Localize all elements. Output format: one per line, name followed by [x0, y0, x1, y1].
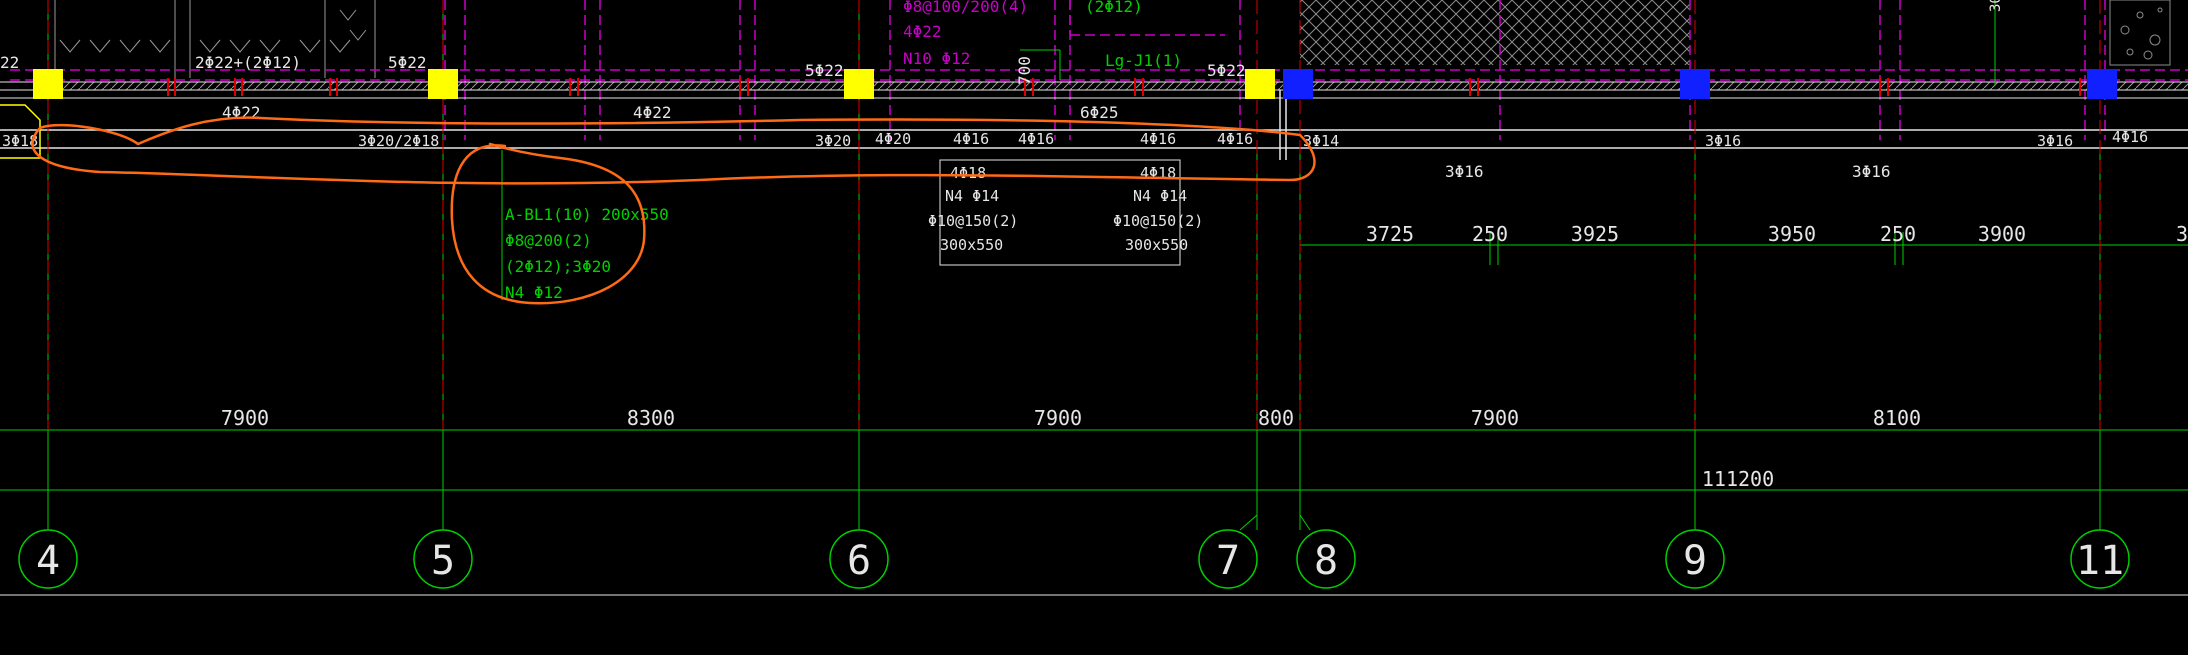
- rebar-label: 4Φ16: [1140, 130, 1176, 148]
- grid-bubble-labels: 4 5 6 7 8 9 11: [36, 538, 2124, 584]
- callout-line: (2Φ12);3Φ20: [505, 257, 611, 276]
- dim-span: 8300: [627, 406, 675, 430]
- hatched-zone: [1300, 0, 1690, 65]
- column-yellow[interactable]: [844, 69, 874, 99]
- dim-sub: 250: [1472, 222, 1508, 246]
- grid-label: 6: [847, 538, 871, 584]
- dim-span: 800: [1258, 406, 1294, 430]
- grid-label: 9: [1683, 538, 1707, 584]
- rebar-label: 5Φ22: [1207, 61, 1246, 80]
- green-note: Lg-J1(1): [1105, 51, 1182, 70]
- dim-sub: 250: [1880, 222, 1916, 246]
- column-blue[interactable]: [2087, 69, 2117, 99]
- rebar-label: 2Φ22+(2Φ12): [195, 53, 301, 72]
- cad-drawing-canvas[interactable]: 4 5 6 7 8 9 11 7900 8300 7900 800 7900 8…: [0, 0, 2188, 655]
- callout-line: Φ8@200(2): [505, 231, 592, 250]
- beam-box-line: 4Φ18: [950, 164, 986, 182]
- rebar-label: 3Φ16: [2037, 132, 2073, 150]
- lower-rebar-labels: 3Φ16 3Φ16: [1445, 162, 1891, 181]
- grid-label: 7: [1216, 538, 1240, 584]
- beam-box-line: Φ10@150(2): [928, 212, 1018, 230]
- beam-box-line: 300x550: [940, 236, 1003, 254]
- grid-label: 5: [431, 538, 455, 584]
- rebar-label: 4Φ22: [633, 103, 672, 122]
- dim-span: 8100: [1873, 406, 1921, 430]
- dim-sub: 3: [2176, 222, 2188, 246]
- grid-bubbles[interactable]: [18, 529, 2130, 589]
- grid-label: 8: [1314, 538, 1338, 584]
- dim-span: 7900: [1471, 406, 1519, 430]
- gravel-zone: [2109, 0, 2171, 66]
- markup-ellipse-beam[interactable]: [31, 116, 1316, 185]
- rebar-label: 5Φ22: [388, 53, 427, 72]
- rebar-label: 4Φ16: [1217, 130, 1253, 148]
- magenta-note: N10 Φ12: [903, 49, 970, 68]
- rebar-label: 4Φ16: [953, 130, 989, 148]
- beam-hatch-strip: [40, 82, 2188, 90]
- main-beam[interactable]: [0, 90, 2188, 160]
- rebar-label: 6Φ25: [1080, 103, 1119, 122]
- magenta-note: (2Φ12): [1085, 0, 1143, 16]
- rebar-label: 22: [0, 53, 19, 72]
- magenta-note: Φ8@100/200(4): [903, 0, 1028, 16]
- dim-sub: 3900: [1978, 222, 2026, 246]
- rebar-label: 4Φ16: [1018, 130, 1054, 148]
- dim-sub: 3925: [1571, 222, 1619, 246]
- beam-box-line: N4 Φ14: [1133, 187, 1187, 205]
- rebar-label: 3Φ20/2Φ18: [358, 132, 439, 150]
- beam-bottom-rebar-labels: 3Φ18 3Φ20/2Φ18 3Φ20 4Φ20 4Φ16 4Φ16 4Φ16 …: [2, 128, 2148, 150]
- green-note: 30: [1988, 0, 2004, 12]
- orange-markup[interactable]: [31, 116, 1316, 305]
- magenta-note: 4Φ22: [903, 22, 942, 41]
- sub-dimensions: 3725 250 3925 3950 250 3900 3: [1366, 222, 2188, 246]
- beam-box-line: 300x550: [1125, 236, 1188, 254]
- beam-box-line: Φ10@150(2): [1113, 212, 1203, 230]
- magenta-notes: Φ8@100/200(4) 4Φ22 N10 Φ12: [903, 0, 1028, 68]
- dim-sub: 3725: [1366, 222, 1414, 246]
- rebar-label: 3Φ16: [1445, 162, 1484, 181]
- wall-rebar-labels: 22 2Φ22+(2Φ12) 5Φ22 5Φ22 5Φ22: [0, 53, 1246, 80]
- dim-total: 111200: [1702, 467, 1774, 491]
- column-blue[interactable]: [1283, 69, 1313, 99]
- grid-label: 4: [36, 538, 60, 584]
- column-yellow[interactable]: [33, 69, 63, 99]
- rebar-label: 3Φ14: [1303, 132, 1339, 150]
- rebar-label: 3Φ16: [1705, 132, 1741, 150]
- beam-box-left-text: 4Φ18 N4 Φ14 Φ10@150(2) 300x550: [928, 164, 1018, 254]
- callout-line: N4 Φ12: [505, 283, 563, 302]
- dim-span: 7900: [221, 406, 269, 430]
- column-yellow[interactable]: [428, 69, 458, 99]
- dim-span: 7900: [1034, 406, 1082, 430]
- centerlines: [47, 0, 2101, 430]
- column-yellow[interactable]: [1245, 69, 1275, 99]
- rebar-label: 4Φ20: [875, 130, 911, 148]
- rebar-label: 4Φ16: [2112, 128, 2148, 146]
- span-dimensions: 7900 8300 7900 800 7900 8100 111200: [221, 406, 1921, 491]
- beam-box-line: N4 Φ14: [945, 187, 999, 205]
- green-note: 700: [1015, 56, 1034, 85]
- dim-sub: 3950: [1768, 222, 1816, 246]
- rebar-label: 3Φ20: [815, 132, 851, 150]
- soil-symbols: [59, 9, 367, 53]
- column-blue[interactable]: [1680, 69, 1710, 99]
- rebar-label: 5Φ22: [805, 61, 844, 80]
- rebar-label: 3Φ16: [1852, 162, 1891, 181]
- grid-label: 11: [2076, 538, 2124, 584]
